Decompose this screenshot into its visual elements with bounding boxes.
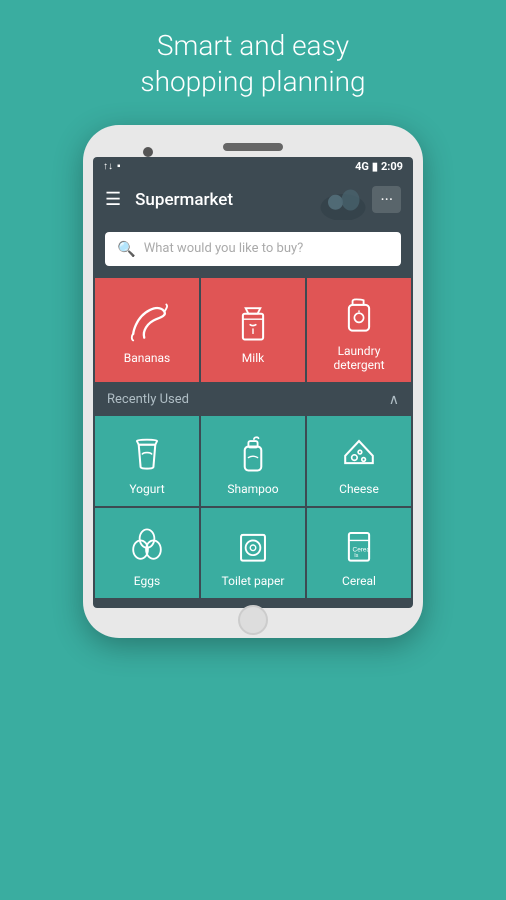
- recent-tile-cereal[interactable]: Cereal: [307, 508, 411, 598]
- eggs-icon: [124, 522, 170, 568]
- recent-tile-shampoo-label: Shampoo: [227, 482, 278, 496]
- signal-icon: ↑↓: [103, 161, 113, 172]
- phone-top: [93, 135, 413, 157]
- search-icon: 🔍: [117, 240, 136, 258]
- recently-used-header[interactable]: Recently Used ∧: [93, 382, 413, 416]
- recently-used-title: Recently Used: [107, 392, 189, 407]
- header-illustration: [313, 180, 373, 220]
- chat-icon[interactable]: ···: [372, 186, 401, 213]
- yogurt-icon: [124, 430, 170, 476]
- detergent-icon: [336, 292, 382, 338]
- headline-line2: shopping planning: [140, 65, 365, 98]
- status-right: 4G ▮ 2:09: [355, 160, 403, 173]
- phone-bottom: [93, 608, 413, 628]
- milk-icon: [230, 299, 276, 345]
- toilet-paper-icon: [230, 522, 276, 568]
- recent-tile-cheese-label: Cheese: [339, 482, 379, 496]
- cart-tile-detergent[interactable]: Laundry detergent: [307, 278, 411, 382]
- recent-tile-shampoo[interactable]: Shampoo: [201, 416, 305, 506]
- cart-tile-milk-label: Milk: [242, 351, 264, 365]
- recently-used-grid: Yogurt Shampoo Cheese Eggs Toilet paper …: [93, 416, 413, 600]
- app-bar: ☰ Supermarket ···: [93, 176, 413, 224]
- sim-icon: ▪: [117, 161, 121, 172]
- cheese-icon: [336, 430, 382, 476]
- phone-speaker: [223, 143, 283, 151]
- headline-line1: Smart and easy: [157, 29, 349, 62]
- network-indicator: 4G: [355, 160, 369, 173]
- recent-tile-cereal-label: Cereal: [342, 574, 376, 588]
- search-bar[interactable]: 🔍 What would you like to buy?: [105, 232, 401, 266]
- menu-icon[interactable]: ☰: [105, 189, 121, 210]
- shampoo-icon: [230, 430, 276, 476]
- cart-tile-bananas[interactable]: Bananas: [95, 278, 199, 382]
- cart-tile-detergent-label: Laundry detergent: [313, 344, 405, 372]
- recent-tile-toilet-paper-label: Toilet paper: [222, 574, 285, 588]
- banana-icon: [124, 299, 170, 345]
- cart-tile-bananas-label: Bananas: [124, 351, 171, 365]
- phone-mockup: ↑↓ ▪ 4G ▮ 2:09 ☰ Supermarket ··· �: [83, 125, 423, 638]
- recent-tile-yogurt-label: Yogurt: [129, 482, 164, 496]
- recent-tile-yogurt[interactable]: Yogurt: [95, 416, 199, 506]
- recent-tile-eggs-label: Eggs: [134, 574, 160, 588]
- time-display: 2:09: [381, 160, 403, 173]
- recent-tile-cheese[interactable]: Cheese: [307, 416, 411, 506]
- cereal-icon: [336, 522, 382, 568]
- phone-screen: ↑↓ ▪ 4G ▮ 2:09 ☰ Supermarket ··· �: [93, 157, 413, 608]
- battery-icon: ▮: [372, 160, 378, 173]
- cart-tile-milk[interactable]: Milk: [201, 278, 305, 382]
- status-left: ↑↓ ▪: [103, 161, 121, 172]
- search-container: 🔍 What would you like to buy?: [93, 224, 413, 276]
- cart-items-section: Bananas Milk Laundry detergent: [93, 276, 413, 382]
- recent-tile-eggs[interactable]: Eggs: [95, 508, 199, 598]
- collapse-icon[interactable]: ∧: [389, 392, 399, 408]
- phone-camera: [143, 147, 153, 157]
- recent-tile-toilet-paper[interactable]: Toilet paper: [201, 508, 305, 598]
- home-button[interactable]: [238, 605, 268, 635]
- app-headline: Smart and easy shopping planning: [140, 28, 365, 101]
- status-bar: ↑↓ ▪ 4G ▮ 2:09: [93, 157, 413, 176]
- search-placeholder: What would you like to buy?: [144, 241, 304, 256]
